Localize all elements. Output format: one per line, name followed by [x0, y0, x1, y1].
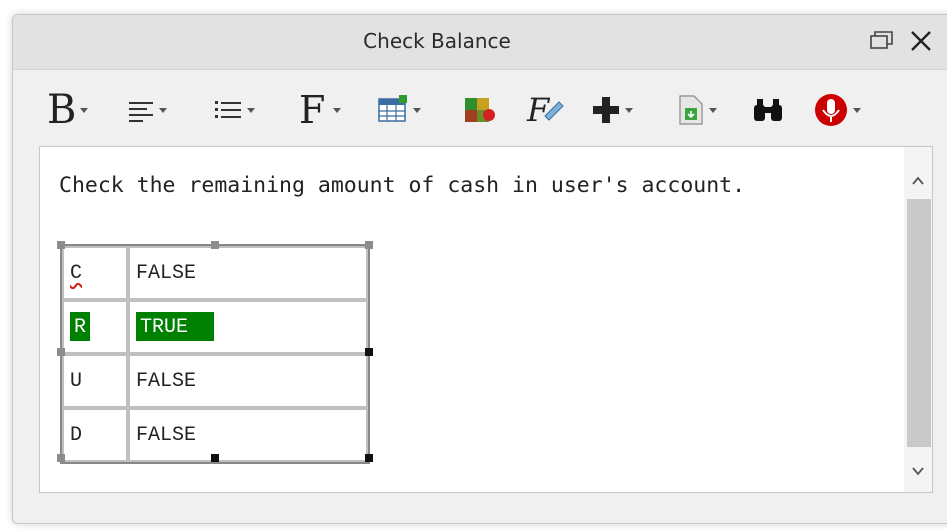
document-icon	[679, 95, 703, 125]
restore-button[interactable]	[865, 25, 897, 57]
svg-text:F: F	[526, 92, 551, 128]
color-button[interactable]	[463, 88, 497, 132]
binoculars-icon	[754, 99, 782, 121]
scroll-up-icon[interactable]	[910, 173, 926, 189]
resize-handle[interactable]	[57, 454, 65, 462]
document-button[interactable]	[677, 88, 717, 132]
table-cell-value[interactable]: FALSE	[128, 246, 368, 300]
table-row[interactable]: U FALSE	[62, 354, 368, 408]
table-cell-value[interactable]: FALSE	[128, 354, 368, 408]
formula-icon: F	[526, 92, 564, 128]
microphone-icon	[815, 94, 847, 126]
window-title: Check Balance	[363, 29, 511, 53]
vertical-scrollbar[interactable]	[904, 147, 932, 492]
resize-handle[interactable]	[211, 454, 219, 462]
resize-handle[interactable]	[365, 454, 373, 462]
formatting-toolbar: B F F	[13, 70, 947, 148]
record-button[interactable]	[813, 88, 861, 132]
chevron-down-icon	[159, 107, 167, 113]
table-cell-key[interactable]: R	[62, 300, 128, 354]
bold-button[interactable]: B	[47, 87, 89, 133]
find-button[interactable]	[751, 88, 785, 132]
table-cell-key[interactable]: C	[62, 246, 128, 300]
align-button[interactable]	[127, 88, 167, 132]
formula-button[interactable]: F	[525, 88, 565, 132]
resize-handle[interactable]	[57, 241, 65, 249]
resize-handle[interactable]	[365, 241, 373, 249]
resize-handle[interactable]	[57, 348, 65, 356]
title-bar: Check Balance	[13, 15, 947, 70]
crud-table[interactable]: C FALSE R TRUE U FALSE D FALSE	[60, 244, 370, 464]
table-row[interactable]: R TRUE	[62, 300, 368, 354]
resize-handle[interactable]	[365, 348, 373, 356]
chevron-down-icon	[625, 107, 633, 113]
editor-text: Check the remaining amount of cash in us…	[59, 173, 746, 198]
spelling-error-text: C	[70, 261, 83, 285]
chevron-down-icon	[853, 107, 861, 113]
bold-icon: B	[47, 87, 77, 133]
text-editor[interactable]: Check the remaining amount of cash in us…	[39, 146, 933, 493]
scroll-down-icon[interactable]	[910, 463, 926, 479]
plus-icon	[593, 97, 619, 123]
font-icon: F	[299, 88, 326, 132]
table-icon	[378, 95, 407, 122]
highlighted-text: TRUE	[136, 311, 215, 341]
insert-button[interactable]	[591, 88, 633, 132]
chevron-down-icon	[709, 107, 717, 113]
chevron-down-icon	[333, 107, 342, 113]
crud-table-selection[interactable]: C FALSE R TRUE U FALSE D FALSE	[57, 241, 373, 464]
scrollbar-thumb[interactable]	[907, 199, 931, 447]
restore-icon	[870, 31, 893, 49]
table-row[interactable]: C FALSE	[62, 246, 368, 300]
list-icon	[215, 101, 241, 118]
close-button[interactable]	[905, 25, 937, 57]
chevron-down-icon	[80, 107, 89, 113]
close-icon	[911, 31, 931, 51]
color-palette-icon	[465, 98, 495, 122]
list-button[interactable]	[213, 88, 255, 132]
chevron-down-icon	[247, 107, 255, 113]
resize-handle[interactable]	[211, 241, 219, 249]
table-cell-value[interactable]: FALSE	[128, 408, 368, 462]
table-cell-key[interactable]: D	[62, 408, 128, 462]
check-balance-window: Check Balance B F F Check the remaining …	[12, 14, 947, 524]
chevron-down-icon	[413, 107, 421, 113]
table-cell-value[interactable]: TRUE	[128, 300, 368, 354]
font-button[interactable]: F	[299, 88, 342, 132]
table-button[interactable]	[377, 88, 421, 132]
table-cell-key[interactable]: U	[62, 354, 128, 408]
highlighted-text: R	[70, 311, 91, 341]
align-icon	[129, 102, 153, 122]
